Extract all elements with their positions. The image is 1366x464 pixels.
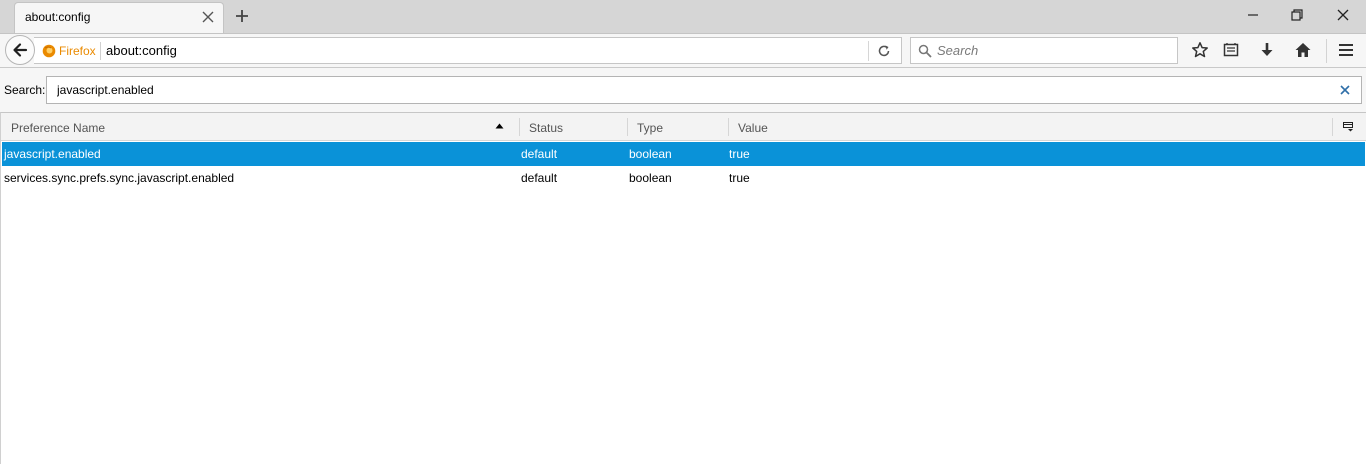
reload-separator [868,41,869,61]
hamburger-menu-icon[interactable] [1337,41,1355,59]
preferences-tree: Preference Name Status Type Value javasc… [0,112,1366,464]
url-text[interactable]: about:config [106,43,177,58]
reload-icon[interactable] [877,44,891,58]
minimize-icon[interactable] [1243,6,1263,24]
pref-status: default [521,147,558,161]
column-header-value[interactable]: Value [738,121,768,135]
config-search-row: Search: [0,68,1366,112]
close-icon[interactable] [1339,84,1351,96]
toolbar-separator [1326,39,1327,63]
identity-box[interactable]: Firefox [42,43,96,59]
back-button[interactable] [5,35,35,65]
identity-separator [100,42,101,60]
column-splitter[interactable] [627,118,628,136]
bookmarks-list-icon[interactable] [1222,41,1240,59]
table-row[interactable]: services.sync.prefs.sync.javascript.enab… [2,166,1365,190]
config-filter-box[interactable] [46,76,1362,104]
close-icon[interactable] [1333,6,1353,24]
column-header-preference-name[interactable]: Preference Name [11,121,105,135]
tab-strip: about:config [0,0,1366,33]
web-search-bar[interactable] [910,37,1178,64]
url-bar[interactable]: Firefox about:config [34,37,902,64]
column-header-type[interactable]: Type [637,121,663,135]
download-arrow-icon[interactable] [1258,41,1276,59]
search-icon [918,44,932,58]
pref-value: true [729,147,750,161]
pref-type: boolean [629,171,672,185]
column-splitter[interactable] [728,118,729,136]
tree-header: Preference Name Status Type Value [1,113,1366,141]
sort-up-arrow-icon [495,123,504,129]
plus-icon[interactable] [234,8,250,24]
tab-about-config[interactable]: about:config [14,2,224,33]
star-icon[interactable] [1191,41,1209,59]
column-splitter[interactable] [519,118,520,136]
column-picker-icon[interactable] [1343,122,1354,132]
web-search-input[interactable] [937,41,1167,60]
navigation-toolbar: Firefox about:config [0,33,1366,68]
tab-title: about:config [25,10,91,24]
back-arrow-icon [13,43,28,57]
pref-value: true [729,171,750,185]
restore-icon[interactable] [1287,6,1307,24]
pref-name: services.sync.prefs.sync.javascript.enab… [4,171,235,185]
column-header-status[interactable]: Status [529,121,563,135]
config-filter-input[interactable] [57,81,1317,99]
search-label: Search: [4,83,46,97]
pref-status: default [521,171,558,185]
pref-type: boolean [629,147,672,161]
pref-name: javascript.enabled [4,147,101,161]
column-splitter[interactable] [1332,118,1333,136]
identity-label: Firefox [59,44,96,58]
close-icon[interactable] [201,10,215,24]
table-row[interactable]: javascript.enabled default boolean true [2,142,1365,166]
firefox-logo-icon [42,44,56,58]
home-icon[interactable] [1294,41,1312,59]
